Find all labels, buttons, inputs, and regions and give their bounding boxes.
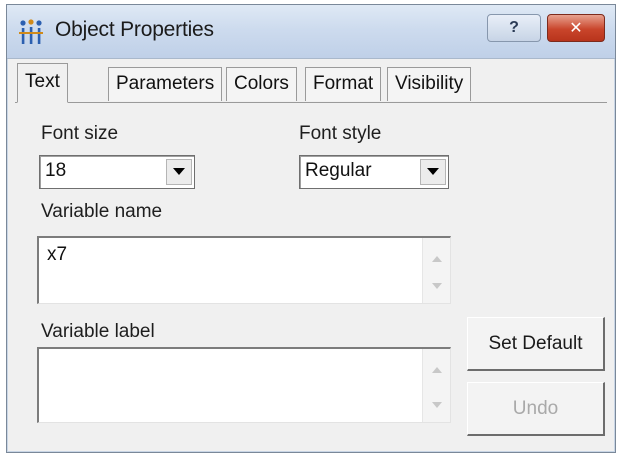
- tab-text[interactable]: Text: [17, 63, 68, 103]
- scroll-down-arrow-icon[interactable]: [423, 394, 451, 416]
- object-properties-dialog: Object Properties ? ✕ Text Parameters Co…: [6, 4, 616, 453]
- font-style-value: Regular: [305, 160, 372, 181]
- variable-name-label: Variable name: [41, 201, 163, 222]
- font-style-label: Font style: [299, 123, 382, 144]
- tab-visibility[interactable]: Visibility: [387, 67, 472, 101]
- network-tree-icon: [17, 19, 45, 45]
- scroll-up-arrow-icon[interactable]: [423, 359, 451, 381]
- variable-label-label: Variable label: [41, 321, 155, 342]
- help-button[interactable]: ?: [487, 14, 541, 42]
- chevron-down-icon[interactable]: [166, 159, 192, 185]
- dialog-title: Object Properties: [55, 18, 214, 41]
- title-bar[interactable]: Object Properties ? ✕: [7, 5, 615, 59]
- tab-strip: Text Parameters Colors Format Visibility: [15, 63, 607, 103]
- variable-name-input[interactable]: x7: [37, 236, 451, 304]
- close-button[interactable]: ✕: [547, 14, 605, 42]
- variable-label-input[interactable]: [37, 347, 451, 423]
- undo-button[interactable]: Undo: [467, 382, 605, 436]
- scroll-down-arrow-icon[interactable]: [423, 275, 451, 297]
- tab-format[interactable]: Format: [305, 67, 382, 101]
- font-size-value: 18: [45, 160, 67, 181]
- variable-label-scrollbar[interactable]: [422, 349, 450, 422]
- tab-colors[interactable]: Colors: [226, 67, 297, 101]
- variable-name-value: x7: [47, 244, 68, 265]
- tab-parameters[interactable]: Parameters: [108, 67, 223, 101]
- font-size-label: Font size: [41, 123, 119, 144]
- scroll-up-arrow-icon[interactable]: [423, 248, 451, 270]
- chevron-down-icon[interactable]: [420, 159, 446, 185]
- font-style-select[interactable]: Regular: [299, 155, 449, 189]
- font-size-select[interactable]: 18: [39, 155, 195, 189]
- variable-name-scrollbar[interactable]: [422, 238, 450, 303]
- set-default-button[interactable]: Set Default: [467, 317, 605, 371]
- text-tab-panel: Font size 18 Font style Regular Variable…: [15, 102, 607, 448]
